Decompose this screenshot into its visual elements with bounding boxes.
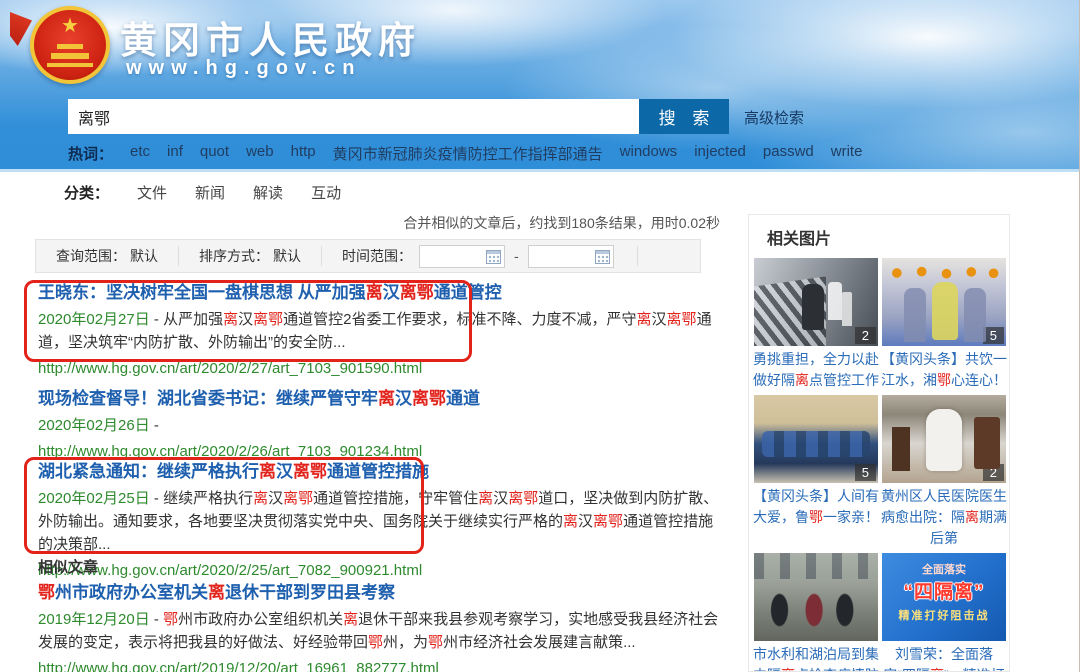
emblem-star-icon: ★ bbox=[61, 16, 79, 36]
filter-scope-label: 查询范围： bbox=[56, 246, 126, 266]
thumbnail-aid-group[interactable]: 5 bbox=[754, 395, 878, 483]
hot-word-link[interactable]: etc bbox=[130, 143, 150, 164]
related-image-item: 5 【黄冈头条】共饮一江水，湘鄂心连心！ bbox=[881, 258, 1007, 391]
filter-sort: 排序方式： 默认 bbox=[178, 246, 321, 266]
related-images-title: 相关图片 bbox=[767, 225, 1005, 249]
category-tab-interpretation[interactable]: 解读 bbox=[253, 182, 283, 203]
thumbnail-medical-team[interactable]: 5 bbox=[882, 258, 1006, 346]
header-sky-banner: ★ 黄冈市人民政府 www.hg.gov.cn 搜 索 高级检索 热词： etc… bbox=[0, 0, 1080, 172]
hot-word-link[interactable]: web bbox=[246, 143, 274, 164]
hot-word-link[interactable]: windows bbox=[620, 143, 678, 164]
hot-word-link[interactable]: write bbox=[831, 143, 863, 164]
national-emblem-logo[interactable]: ★ bbox=[30, 6, 110, 84]
image-count-badge: 5 bbox=[855, 464, 876, 481]
search-button[interactable]: 搜 索 bbox=[639, 99, 729, 134]
filter-scope-value[interactable]: 默认 bbox=[130, 246, 158, 266]
hot-word-link[interactable]: 黄冈市新冠肺炎疫情防控工作指挥部通告 bbox=[333, 143, 603, 164]
related-images-panel: 相关图片 2 勇挑重担，全力以赴做好隔离点管控工作 5 【黄冈头条】共饮一江水，… bbox=[748, 214, 1010, 672]
result-url: http://www.hg.gov.cn/art/2020/2/25/art_7… bbox=[38, 561, 722, 581]
filter-bar: 查询范围： 默认 排序方式： 默认 时间范围： - bbox=[35, 239, 701, 273]
hot-word-link[interactable]: quot bbox=[200, 143, 229, 164]
category-tab-interaction[interactable]: 互动 bbox=[311, 182, 341, 203]
hot-words-label: 热词： bbox=[68, 143, 113, 164]
result-snippet: 2019年12月20日 - 鄂州市政府办公室组织机关离退休干部来我县参观考察学习… bbox=[38, 608, 722, 654]
image-caption-link[interactable]: 市水利和湖泊局到集中隔离点检查疫情防控工 bbox=[753, 644, 879, 672]
hot-words-row: 热词： etc inf quot web http 黄冈市新冠肺炎疫情防控工作指… bbox=[68, 143, 862, 164]
filter-sort-label: 排序方式： bbox=[199, 246, 269, 266]
result-snippet: 2020年02月27日 - 从严加强离汉离鄂通道管控2省委工作要求，标准不降、力… bbox=[38, 308, 722, 354]
result-snippet: 2020年02月26日 - bbox=[38, 414, 722, 437]
category-tab-news[interactable]: 新闻 bbox=[195, 182, 225, 203]
results-summary: 合并相似的文章后，约找到180条结果，用时0.02秒 bbox=[30, 213, 720, 233]
hot-word-link[interactable]: inf bbox=[167, 143, 183, 164]
result-date: 2019年12月20日 bbox=[38, 611, 150, 628]
result-date: 2020年02月25日 bbox=[38, 490, 150, 507]
filter-time-label: 时间范围： bbox=[342, 246, 412, 266]
filter-scope: 查询范围： 默认 bbox=[36, 246, 178, 266]
image-caption-link[interactable]: 黄州区人民医院医生病愈出院：隔离期满后第 bbox=[881, 486, 1007, 549]
image-caption-link[interactable]: 勇挑重担，全力以赴做好隔离点管控工作 bbox=[753, 349, 879, 391]
thumbnail-inspection-street[interactable] bbox=[754, 553, 878, 641]
related-image-item: 5 【黄冈头条】人间有大爱，鲁鄂一家亲！ bbox=[753, 395, 879, 549]
search-result-4: 鄂州市政府办公室机关离退休干部到罗田县考察 2019年12月20日 - 鄂州市政… bbox=[38, 582, 722, 672]
date-to-input[interactable] bbox=[529, 246, 591, 267]
flag-decoration bbox=[10, 12, 32, 46]
thumbnail-quarantine-supplies[interactable]: 2 bbox=[754, 258, 878, 346]
emblem-gate-icon bbox=[57, 44, 83, 49]
similar-articles-label: 相似文章 bbox=[38, 556, 98, 577]
date-from-field bbox=[419, 245, 505, 268]
result-title-link[interactable]: 鄂州市政府办公室机关离退休干部到罗田县考察 bbox=[38, 582, 722, 603]
result-title-link[interactable]: 湖北紧急通知：继续严格执行离汉离鄂通道管控措施 bbox=[38, 461, 722, 482]
calendar-icon[interactable] bbox=[595, 250, 610, 264]
result-title-link[interactable]: 王晓东：坚决树牢全国一盘棋思想 从严加强离汉离鄂通道管控 bbox=[38, 282, 722, 303]
search-result-2: 现场检查督导！湖北省委书记：继续严管守牢离汉离鄂通道 2020年02月26日 -… bbox=[38, 388, 722, 462]
site-title[interactable]: 黄冈市人民政府 bbox=[120, 10, 421, 64]
related-images-grid: 2 勇挑重担，全力以赴做好隔离点管控工作 5 【黄冈头条】共饮一江水，湘鄂心连心… bbox=[753, 258, 1005, 672]
hot-word-link[interactable]: http bbox=[291, 143, 316, 164]
advanced-search-link[interactable]: 高级检索 bbox=[744, 107, 804, 128]
category-tab-files[interactable]: 文件 bbox=[137, 182, 167, 203]
related-image-item: 2 勇挑重担，全力以赴做好隔离点管控工作 bbox=[753, 258, 879, 391]
category-label: 分类： bbox=[64, 182, 109, 203]
related-image-item: 全面落实 “四隔离” 精准打好阻击战 刘雪荣：全面落实“四隔离”，精准打好阻 bbox=[881, 553, 1007, 672]
slide-text: 全面落实 “四隔离” 精准打好阻击战 bbox=[882, 553, 1006, 623]
result-snippet: 2020年02月25日 - 继续严格执行离汉离鄂通道管控措施，守牢管住离汉离鄂道… bbox=[38, 487, 722, 556]
search-input[interactable] bbox=[68, 99, 639, 134]
hot-word-link[interactable]: passwd bbox=[763, 143, 814, 164]
result-date: 2020年02月27日 bbox=[38, 311, 150, 328]
result-url: http://www.hg.gov.cn/art/2019/12/20/art_… bbox=[38, 659, 722, 672]
related-image-item: 2 黄州区人民医院医生病愈出院：隔离期满后第 bbox=[881, 395, 1007, 549]
result-url: http://www.hg.gov.cn/art/2020/2/27/art_7… bbox=[38, 359, 722, 379]
date-to-field bbox=[528, 245, 614, 268]
image-count-badge: 5 bbox=[983, 327, 1004, 344]
image-caption-link[interactable]: 【黄冈头条】人间有大爱，鲁鄂一家亲！ bbox=[753, 486, 879, 528]
date-from-input[interactable] bbox=[420, 246, 482, 267]
filter-sort-value[interactable]: 默认 bbox=[273, 246, 301, 266]
image-count-badge: 2 bbox=[855, 327, 876, 344]
thumbnail-recovered-doctor[interactable]: 2 bbox=[882, 395, 1006, 483]
image-count-badge: 2 bbox=[983, 464, 1004, 481]
site-url: www.hg.gov.cn bbox=[126, 57, 361, 80]
filter-time-range: 时间范围： - bbox=[321, 246, 637, 266]
search-result-1: 王晓东：坚决树牢全国一盘棋思想 从严加强离汉离鄂通道管控 2020年02月27日… bbox=[38, 282, 722, 379]
image-caption-link[interactable]: 【黄冈头条】共饮一江水，湘鄂心连心！ bbox=[881, 349, 1007, 391]
result-title-link[interactable]: 现场检查督导！湖北省委书记：继续严管守牢离汉离鄂通道 bbox=[38, 388, 722, 409]
related-image-item: 市水利和湖泊局到集中隔离点检查疫情防控工 bbox=[753, 553, 879, 672]
image-caption-link[interactable]: 刘雪荣：全面落实“四隔离”，精准打好阻 bbox=[881, 644, 1007, 672]
date-range-separator: - bbox=[514, 248, 519, 264]
search-results-page: ★ 黄冈市人民政府 www.hg.gov.cn 搜 索 高级检索 热词： etc… bbox=[0, 0, 1080, 672]
result-date: 2020年02月26日 bbox=[38, 417, 150, 434]
category-row: 分类： 文件 新闻 解读 互动 bbox=[64, 182, 341, 203]
result-url: http://www.hg.gov.cn/art/2020/2/26/art_7… bbox=[38, 442, 722, 462]
hot-word-link[interactable]: injected bbox=[694, 143, 746, 164]
calendar-icon[interactable] bbox=[486, 250, 501, 264]
thumbnail-four-quarantine-slide[interactable]: 全面落实 “四隔离” 精准打好阻击战 bbox=[882, 553, 1006, 641]
search-result-3: 湖北紧急通知：继续严格执行离汉离鄂通道管控措施 2020年02月25日 - 继续… bbox=[38, 461, 722, 581]
